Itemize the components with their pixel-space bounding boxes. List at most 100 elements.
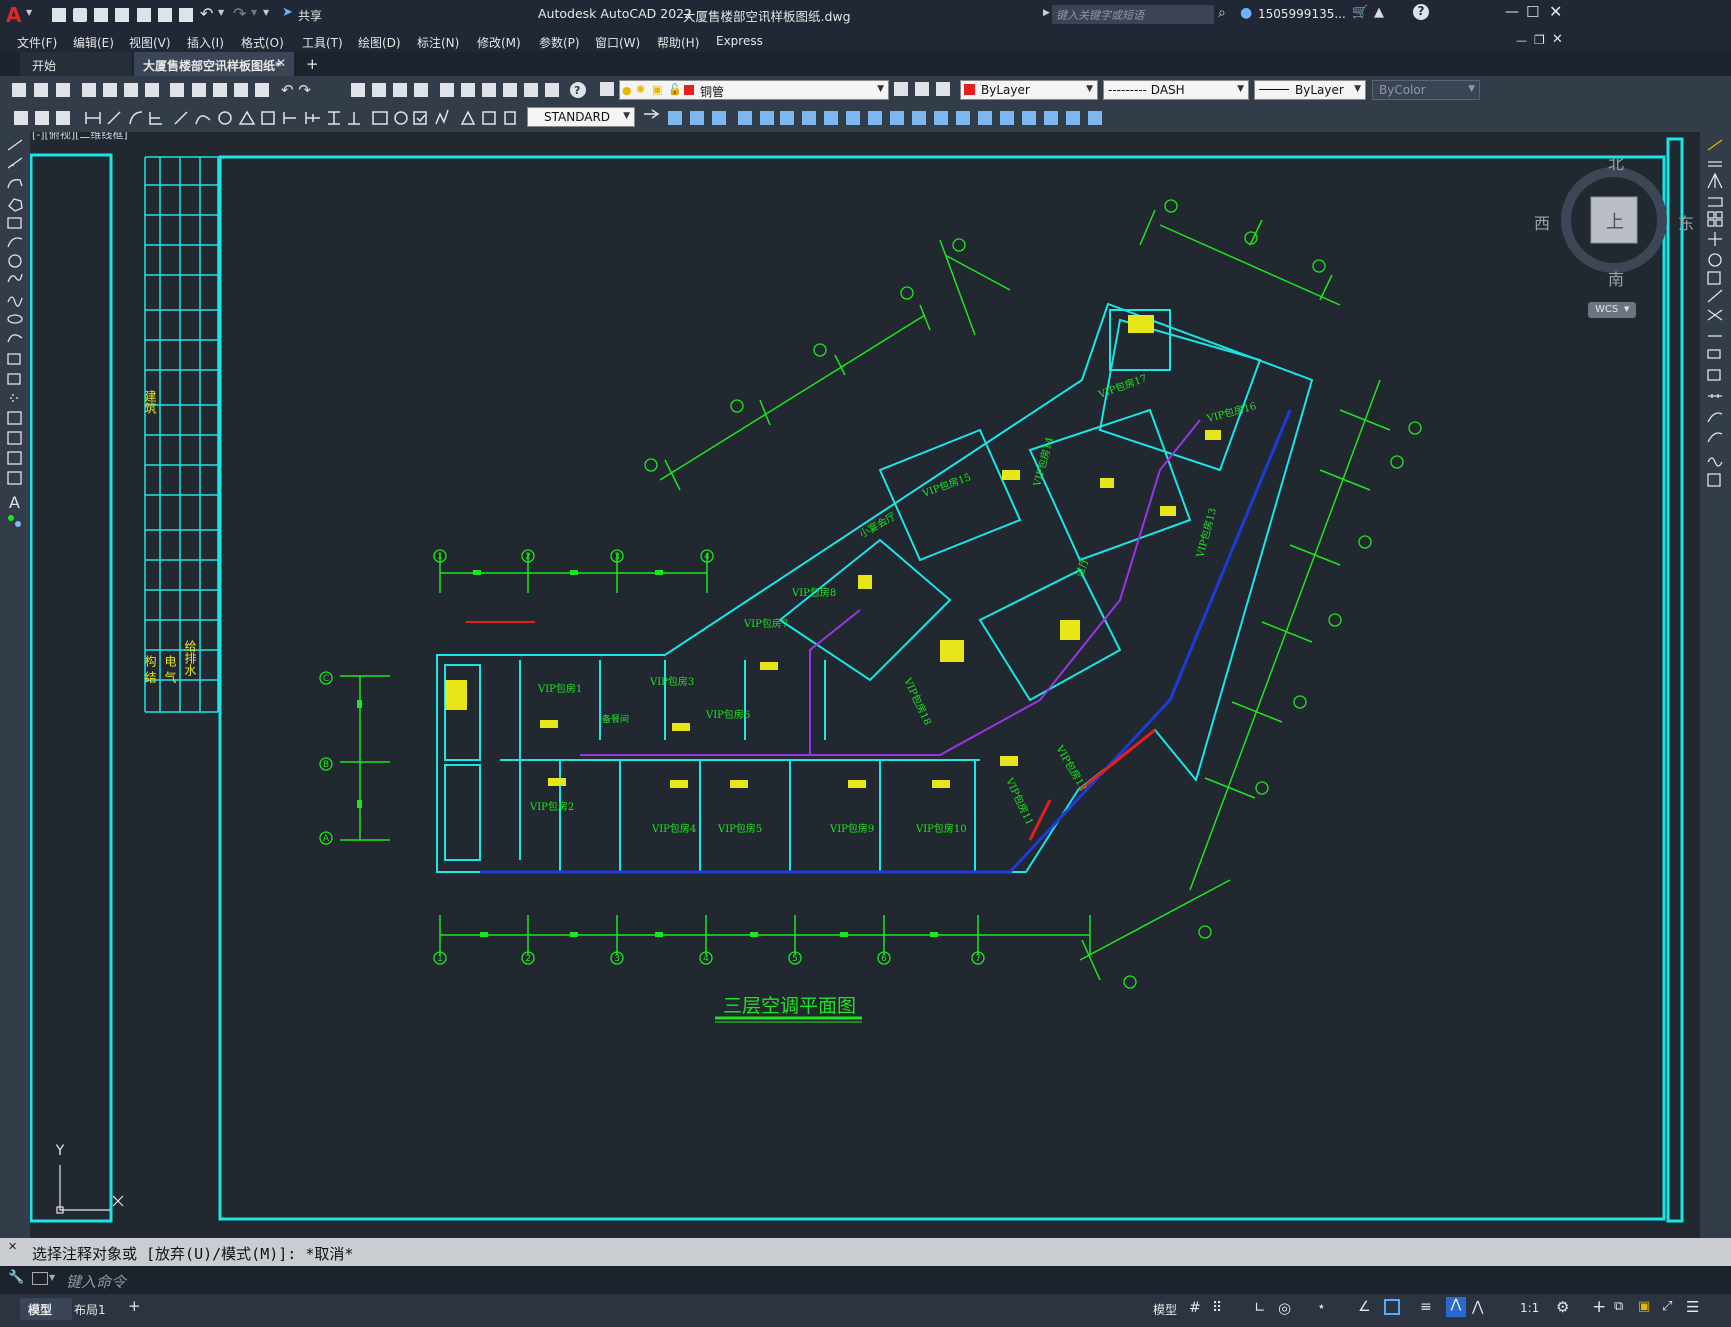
isolate-objects-icon[interactable]: ⧉ (1614, 1299, 1623, 1314)
app-menu-chevron-icon[interactable]: ▼ (26, 8, 32, 17)
save-icon[interactable] (94, 8, 108, 22)
clean-screen-icon[interactable]: ⤢ (1662, 1299, 1672, 1314)
make-current-icon[interactable] (894, 82, 908, 96)
viewcube-east[interactable]: 东 (1678, 210, 1694, 234)
tab-model[interactable]: 模型 (20, 1298, 72, 1320)
draw-toolbar-icons[interactable]: A (0, 132, 30, 552)
menu-draw[interactable]: 绘图(D) (358, 34, 401, 51)
save-as-icon[interactable] (115, 8, 129, 22)
viewcube-top-face[interactable]: 上 (1606, 208, 1624, 234)
snap-icon[interactable]: ⠿ (1212, 1300, 1222, 1316)
menu-express[interactable]: Express (716, 34, 763, 48)
search-expand-icon[interactable]: ▶ (1043, 8, 1050, 18)
help-search-input[interactable]: 键入关键字或短语 (1052, 5, 1214, 24)
viewport-freeze-icon[interactable]: ▣ (652, 83, 662, 96)
isodraft-icon[interactable]: ⋆ (1317, 1299, 1326, 1315)
hardware-accel-icon[interactable]: ▣ (1638, 1299, 1650, 1314)
maximize-icon[interactable]: ☐ (1526, 3, 1539, 21)
add-icon[interactable]: + (1592, 1297, 1606, 1317)
recent-commands-icon[interactable]: ▼ (49, 1273, 55, 1282)
layer-previous-icon[interactable] (936, 82, 950, 96)
tab-start[interactable]: 开始 (20, 52, 132, 76)
menu-format[interactable]: 格式(O) (241, 34, 284, 51)
viewcube[interactable]: 北 南 西 东 上 (1534, 154, 1694, 289)
menu-view[interactable]: 视图(V) (129, 34, 171, 51)
gear-icon[interactable]: ⚙ (1556, 1298, 1569, 1316)
wcs-menu[interactable]: WCS ▼ (1588, 302, 1636, 318)
lock-icon[interactable]: 🔓 (668, 83, 682, 96)
autodesk-app-icon[interactable]: ▲ (1374, 5, 1384, 20)
user-icon[interactable]: ● (1240, 5, 1252, 21)
doc-restore-icon[interactable]: ❐ (1534, 33, 1545, 47)
menu-dimension[interactable]: 标注(N) (417, 34, 459, 51)
new-tab-button[interactable]: + (306, 55, 319, 73)
command-prompt-icon[interactable] (32, 1272, 48, 1285)
redo-icon[interactable]: ↷ (233, 4, 246, 23)
close-window-icon[interactable]: ✕ (1549, 2, 1562, 21)
undo-icon[interactable]: ↶ (200, 4, 213, 23)
doc-close-icon[interactable]: ✕ (1552, 32, 1563, 47)
menu-edit[interactable]: 编辑(E) (73, 34, 114, 51)
open-web-icon[interactable] (137, 8, 151, 22)
annotation-scale-icon[interactable]: ⋀ (1472, 1299, 1483, 1315)
share-icon[interactable]: ➤ (282, 5, 293, 20)
menu-modify[interactable]: 修改(M) (477, 34, 521, 51)
menu-parameters[interactable]: 参数(P) (539, 34, 580, 51)
lineweight-dropdown[interactable]: ByLayer ▼ (1254, 80, 1366, 100)
minimize-icon[interactable]: — (1505, 4, 1519, 20)
viewcube-south[interactable]: 南 (1608, 266, 1624, 290)
plotstyle-dropdown[interactable]: ByColor ▼ (1372, 80, 1480, 100)
share-label[interactable]: 共享 (298, 7, 322, 24)
wrench-icon[interactable]: 🔧 (8, 1270, 24, 1285)
viewcube-west[interactable]: 西 (1534, 210, 1550, 234)
user-name[interactable]: 1505999135... (1258, 7, 1346, 21)
drawing-viewport[interactable]: [-][俯视][二维线框] 建筑 构 结 电 气 给排水 1 2 3 4 1 2… (30, 132, 1700, 1238)
search-icon[interactable]: ⌕ (1218, 5, 1226, 21)
viewcube-north[interactable]: 北 (1608, 150, 1624, 174)
layer-dropdown[interactable]: ● ✺ ▣ 🔓 铜管 ▼ (619, 80, 889, 100)
osnap-icon[interactable] (1384, 1299, 1400, 1315)
close-command-icon[interactable]: ✕ (8, 1240, 17, 1253)
tab-layout1[interactable]: 布局1 (72, 1298, 122, 1320)
cart-icon[interactable]: 🛒 (1352, 5, 1368, 20)
add-layout-button[interactable]: + (128, 1297, 141, 1315)
new-file-icon[interactable] (52, 8, 66, 22)
standard-toolbar-icons[interactable]: ↶ ↷ ? (0, 76, 610, 104)
save-web-icon[interactable] (158, 8, 172, 22)
menu-insert[interactable]: 插入(I) (187, 34, 224, 51)
menu-tools[interactable]: 工具(T) (302, 34, 343, 51)
modify-toolbar-icons[interactable] (640, 104, 1110, 132)
autocad-logo[interactable]: A (6, 3, 21, 27)
annotation-scale-value[interactable]: 1:1 (1520, 1301, 1539, 1315)
undo-dropdown-icon[interactable]: ▼ (218, 8, 224, 17)
plot-icon[interactable] (179, 8, 193, 22)
customization-menu-icon[interactable]: ☰ (1686, 1298, 1699, 1316)
ortho-icon[interactable]: ∟ (1254, 1300, 1266, 1316)
annotation-visibility-icon[interactable]: ⋀ (1446, 1297, 1466, 1317)
command-input[interactable]: 键入命令 (60, 1268, 1720, 1292)
customize-qat-icon[interactable]: ▼ (263, 8, 269, 17)
polar-icon[interactable]: ◎ (1278, 1299, 1291, 1317)
tab-active-drawing[interactable]: 大厦售楼部空讯样板图纸* ✕ (134, 52, 294, 76)
layer-properties-icon[interactable] (600, 82, 614, 96)
dimension-toolbar-icons[interactable] (0, 104, 520, 132)
match-layer-icon[interactable] (915, 82, 929, 96)
sun-icon[interactable]: ✺ (636, 83, 645, 96)
doc-minimize-icon[interactable]: — (1516, 34, 1527, 47)
help-icon[interactable]: ? (1413, 4, 1429, 20)
lineweight-icon[interactable]: ≡ (1420, 1299, 1432, 1315)
redo-dropdown-icon[interactable]: ▼ (251, 8, 257, 17)
color-dropdown[interactable]: ByLayer ▼ (960, 80, 1098, 100)
dimstyle-dropdown[interactable]: STANDARD ▼ (527, 107, 635, 127)
menu-window[interactable]: 窗口(W) (595, 34, 640, 51)
menu-help[interactable]: 帮助(H) (657, 34, 699, 51)
modify-toolbar-side-icons[interactable] (1700, 132, 1731, 512)
menu-file[interactable]: 文件(F) (17, 34, 57, 51)
close-tab-icon[interactable]: ✕ (276, 56, 286, 70)
grid-icon[interactable]: # (1189, 1300, 1201, 1316)
linetype-dropdown[interactable]: --------- DASH ▼ (1103, 80, 1249, 100)
open-file-icon[interactable] (73, 8, 87, 22)
osnap-tracking-icon[interactable]: ∠ (1358, 1299, 1371, 1315)
lightbulb-icon[interactable]: ● (622, 84, 632, 97)
model-space-toggle[interactable]: 模型 (1153, 1301, 1177, 1318)
